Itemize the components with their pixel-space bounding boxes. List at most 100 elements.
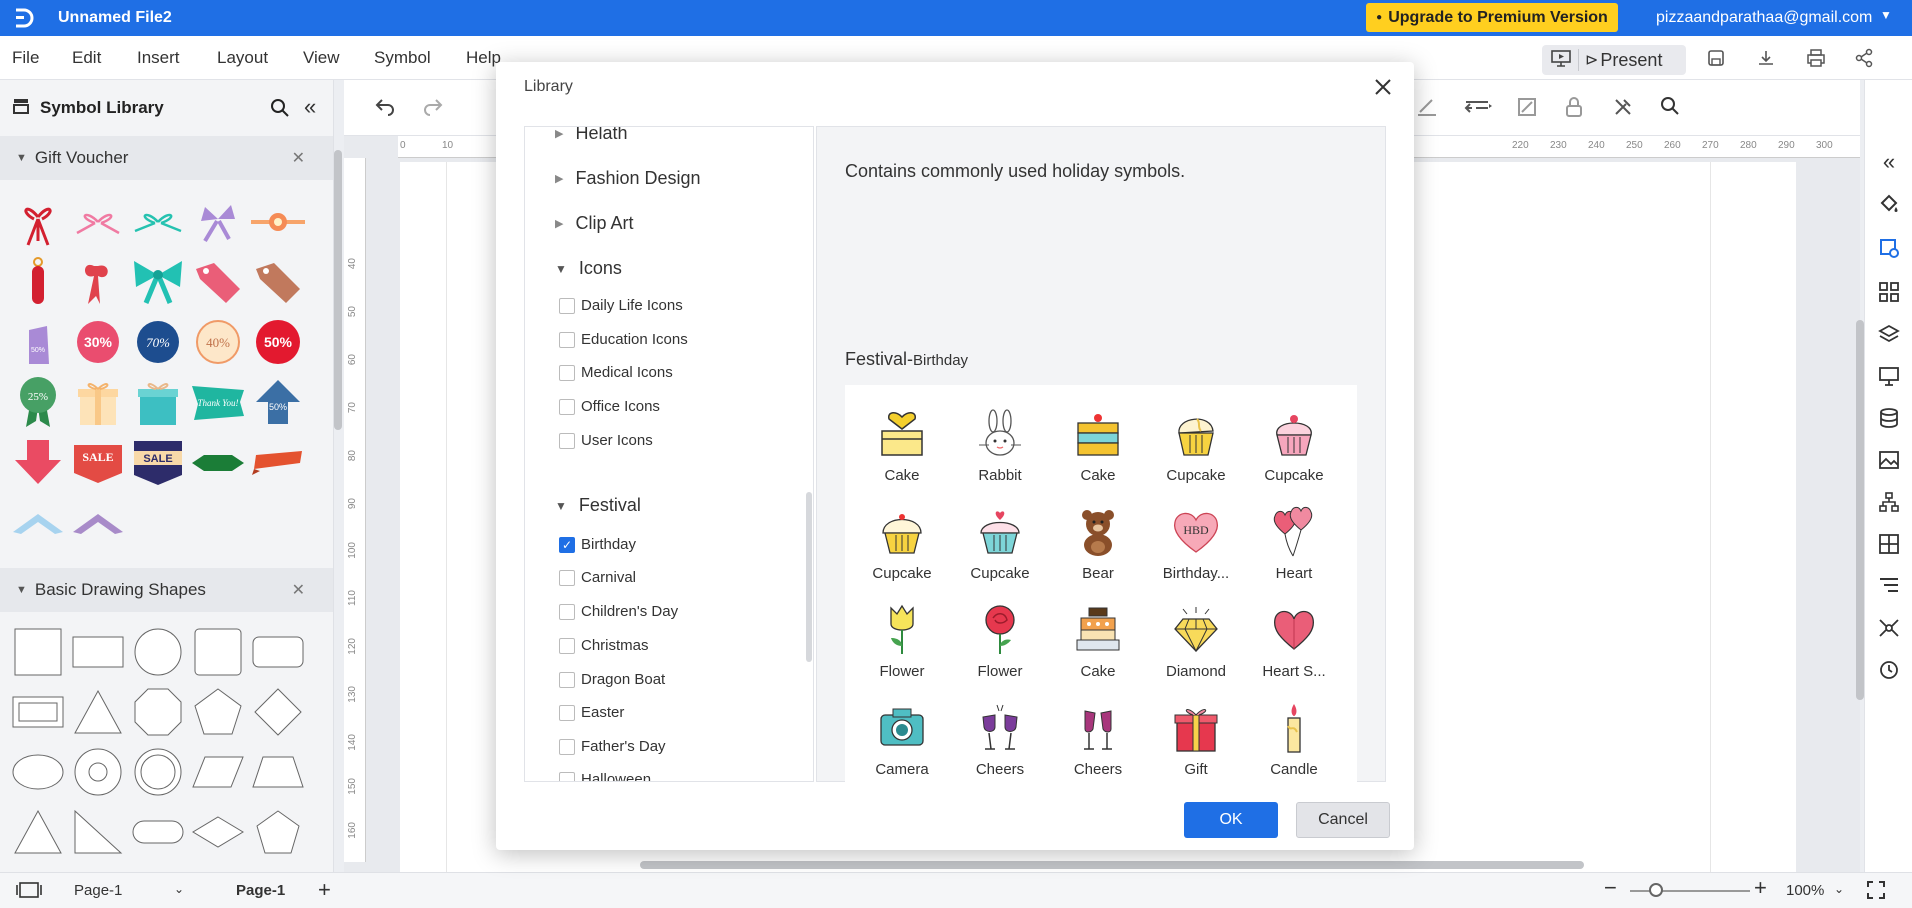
present-button[interactable]: ⊳ Present: [1542, 45, 1686, 75]
menu-layout[interactable]: Layout: [217, 48, 268, 68]
tree-item-birthday[interactable]: ✓ Birthday: [559, 536, 636, 553]
symbol-cupcake[interactable]: Cupcake: [1147, 399, 1245, 497]
tree-item-christmas[interactable]: Christmas: [559, 637, 649, 654]
tree-group-fashion-design[interactable]: ▶ Fashion Design: [555, 168, 701, 189]
orange-flower-ribbon-symbol[interactable]: [248, 192, 308, 252]
database-icon[interactable]: [1877, 406, 1901, 430]
red-50-badge-symbol[interactable]: 50%: [248, 312, 308, 372]
section-gift-voucher[interactable]: ▼ Gift Voucher ✕: [0, 136, 333, 180]
blue-chevron-symbol[interactable]: [8, 492, 68, 552]
purple-bow-symbol[interactable]: [188, 192, 248, 252]
symbol-candle[interactable]: Candle: [1245, 693, 1343, 791]
close-icon[interactable]: [1374, 76, 1392, 102]
zoom-slider-handle[interactable]: [1649, 883, 1663, 897]
red-tag-symbol[interactable]: [8, 252, 68, 312]
section-basic-drawing-shapes[interactable]: ▼ Basic Drawing Shapes ✕: [0, 568, 333, 612]
zoom-search-icon[interactable]: [1660, 96, 1680, 116]
mindmap-icon[interactable]: [1877, 616, 1901, 640]
teal-bow-symbol[interactable]: [128, 252, 188, 312]
parallelogram-shape[interactable]: [188, 742, 248, 802]
close-icon[interactable]: ✕: [292, 148, 305, 168]
double-circle-shape[interactable]: [128, 742, 188, 802]
symbol-cheers[interactable]: Cheers: [1049, 693, 1147, 791]
symbol-cupcake[interactable]: Cupcake: [853, 497, 951, 595]
navy-sale-tag-symbol[interactable]: SALE: [128, 432, 188, 492]
lock-icon[interactable]: [1564, 96, 1584, 118]
active-page-tab[interactable]: Page-1: [236, 882, 285, 899]
diamond-shape[interactable]: [248, 682, 308, 742]
red-arrow-down-symbol[interactable]: [8, 432, 68, 492]
menu-file[interactable]: File: [12, 48, 39, 68]
vertical-scrollbar[interactable]: [1856, 320, 1864, 700]
right-triangle-shape[interactable]: [68, 802, 128, 862]
pink-ribbon-symbol[interactable]: [68, 192, 128, 252]
close-icon[interactable]: ✕: [292, 580, 305, 600]
tree-group-clip-art[interactable]: ▶ Clip Art: [555, 213, 634, 234]
tree-item-carnival[interactable]: Carnival: [559, 569, 636, 586]
symbol-birthday-heart[interactable]: HBD Birthday...: [1147, 497, 1245, 595]
fullscreen-icon[interactable]: [1866, 880, 1886, 904]
cancel-button[interactable]: Cancel: [1296, 802, 1390, 838]
purple-chevron-symbol[interactable]: [68, 492, 128, 552]
blue-arrow-up-symbol[interactable]: 50%: [248, 372, 308, 432]
rectangle-shape[interactable]: [68, 622, 128, 682]
checkbox[interactable]: [559, 704, 575, 721]
red-bow-symbol[interactable]: [68, 252, 128, 312]
green-25-medal-symbol[interactable]: 25%: [8, 372, 68, 432]
page-layout-icon[interactable]: [16, 881, 42, 903]
symbol-flower-tulip[interactable]: Flower: [853, 595, 951, 693]
menu-symbol[interactable]: Symbol: [374, 48, 431, 68]
menu-edit[interactable]: Edit: [72, 48, 101, 68]
red-sale-tag-symbol[interactable]: SALE: [68, 432, 128, 492]
undo-icon[interactable]: [374, 96, 396, 116]
checkbox[interactable]: [559, 603, 575, 620]
symbol-flower-rose[interactable]: Flower: [951, 595, 1049, 693]
page-select[interactable]: Page-1: [74, 882, 122, 899]
thank-you-banner-symbol[interactable]: Thank You!: [188, 372, 248, 432]
checkbox[interactable]: [559, 569, 575, 586]
edit-shape-icon[interactable]: [1516, 96, 1538, 118]
triangle-outline-shape[interactable]: [8, 802, 68, 862]
panel-scrollbar[interactable]: [334, 150, 342, 430]
tree-scrollbar[interactable]: [806, 492, 812, 662]
symbol-cupcake[interactable]: Cupcake: [1245, 399, 1343, 497]
menu-view[interactable]: View: [303, 48, 340, 68]
tree-item-halloween[interactable]: Halloween: [559, 771, 651, 781]
purple-percent-tag-symbol[interactable]: 50%: [8, 312, 68, 372]
checkbox[interactable]: [559, 637, 575, 654]
cream-40-badge-symbol[interactable]: 40%: [188, 312, 248, 372]
symbol-cake[interactable]: Cake: [1049, 595, 1147, 693]
line-style-icon[interactable]: [1464, 96, 1494, 116]
symbol-cake[interactable]: Cake: [853, 399, 951, 497]
green-ribbon-banner-symbol[interactable]: [188, 432, 248, 492]
zoom-in-icon[interactable]: +: [1754, 875, 1767, 901]
tree-item-childrens-day[interactable]: Children's Day: [559, 603, 678, 620]
checkbox[interactable]: [559, 738, 575, 755]
checkbox-checked[interactable]: ✓: [559, 536, 575, 553]
grid-layout-icon[interactable]: [1877, 280, 1901, 304]
zoom-level[interactable]: 100%: [1786, 882, 1824, 899]
image-icon[interactable]: [1877, 448, 1901, 472]
symbol-cupcake[interactable]: Cupcake: [951, 497, 1049, 595]
zoom-slider[interactable]: [1630, 890, 1750, 892]
pink-price-tag-symbol[interactable]: [188, 252, 248, 312]
tools-icon[interactable]: [1612, 96, 1634, 118]
round-pentagon-shape[interactable]: [248, 802, 308, 862]
tree-item-education-icons[interactable]: Education Icons: [559, 331, 688, 348]
checkbox[interactable]: [559, 364, 575, 381]
red-ribbon-symbol[interactable]: [8, 192, 68, 252]
download-icon[interactable]: [1756, 48, 1776, 68]
horizontal-scrollbar[interactable]: [640, 861, 1584, 869]
tree-item-user-icons[interactable]: User Icons: [559, 432, 653, 449]
slideshow-icon[interactable]: [1550, 48, 1572, 73]
pen-icon[interactable]: [1416, 96, 1438, 116]
presentation-icon[interactable]: [1877, 364, 1901, 388]
outline-icon[interactable]: [1877, 574, 1901, 598]
symbol-heart-shape[interactable]: Heart S...: [1245, 595, 1343, 693]
redo-icon[interactable]: [422, 96, 444, 116]
history-icon[interactable]: [1877, 658, 1901, 682]
flat-diamond-shape[interactable]: [188, 802, 248, 862]
print-icon[interactable]: [1806, 48, 1826, 68]
frame-shape[interactable]: [8, 682, 68, 742]
fill-icon[interactable]: [1877, 192, 1901, 216]
